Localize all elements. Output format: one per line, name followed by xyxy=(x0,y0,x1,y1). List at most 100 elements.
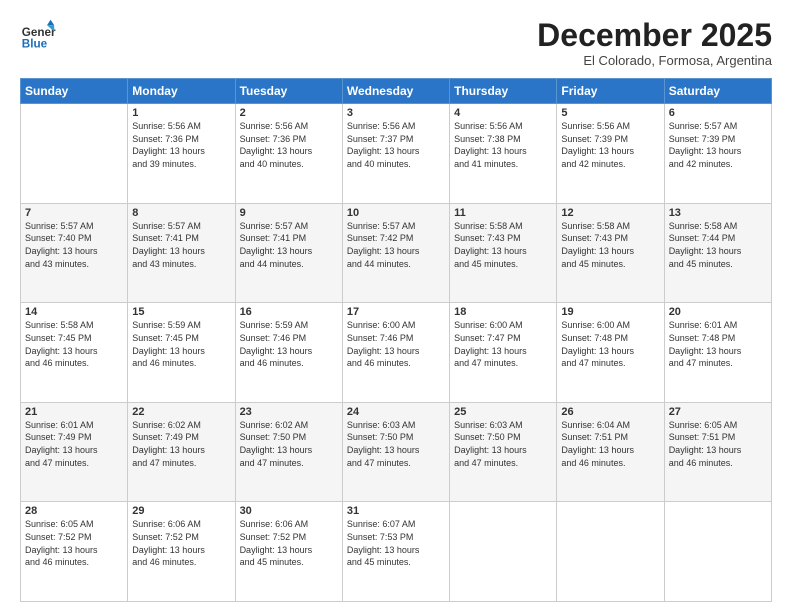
day-number: 15 xyxy=(132,306,230,318)
table-row: 28Sunrise: 6:05 AMSunset: 7:52 PMDayligh… xyxy=(21,502,128,602)
table-row: 25Sunrise: 6:03 AMSunset: 7:50 PMDayligh… xyxy=(450,402,557,502)
calendar-week-row: 1Sunrise: 5:56 AMSunset: 7:36 PMDaylight… xyxy=(21,104,772,204)
header-wednesday: Wednesday xyxy=(342,79,449,104)
logo-icon: General Blue xyxy=(20,18,56,54)
table-row: 18Sunrise: 6:00 AMSunset: 7:47 PMDayligh… xyxy=(450,303,557,403)
table-row: 2Sunrise: 5:56 AMSunset: 7:36 PMDaylight… xyxy=(235,104,342,204)
day-number: 28 xyxy=(25,505,123,517)
calendar-page: General Blue December 2025 El Colorado, … xyxy=(0,0,792,612)
day-info: Sunrise: 6:00 AMSunset: 7:48 PMDaylight:… xyxy=(561,319,659,369)
table-row: 7Sunrise: 5:57 AMSunset: 7:40 PMDaylight… xyxy=(21,203,128,303)
table-row: 8Sunrise: 5:57 AMSunset: 7:41 PMDaylight… xyxy=(128,203,235,303)
table-row: 20Sunrise: 6:01 AMSunset: 7:48 PMDayligh… xyxy=(664,303,771,403)
table-row: 10Sunrise: 5:57 AMSunset: 7:42 PMDayligh… xyxy=(342,203,449,303)
day-info: Sunrise: 6:06 AMSunset: 7:52 PMDaylight:… xyxy=(240,518,338,568)
day-info: Sunrise: 6:03 AMSunset: 7:50 PMDaylight:… xyxy=(454,419,552,469)
day-number: 24 xyxy=(347,406,445,418)
day-number: 30 xyxy=(240,505,338,517)
day-number: 18 xyxy=(454,306,552,318)
table-row: 9Sunrise: 5:57 AMSunset: 7:41 PMDaylight… xyxy=(235,203,342,303)
header-sunday: Sunday xyxy=(21,79,128,104)
calendar-week-row: 7Sunrise: 5:57 AMSunset: 7:40 PMDaylight… xyxy=(21,203,772,303)
day-info: Sunrise: 6:01 AMSunset: 7:48 PMDaylight:… xyxy=(669,319,767,369)
table-row: 30Sunrise: 6:06 AMSunset: 7:52 PMDayligh… xyxy=(235,502,342,602)
table-row: 23Sunrise: 6:02 AMSunset: 7:50 PMDayligh… xyxy=(235,402,342,502)
table-row: 26Sunrise: 6:04 AMSunset: 7:51 PMDayligh… xyxy=(557,402,664,502)
table-row: 29Sunrise: 6:06 AMSunset: 7:52 PMDayligh… xyxy=(128,502,235,602)
day-number: 5 xyxy=(561,107,659,119)
table-row: 27Sunrise: 6:05 AMSunset: 7:51 PMDayligh… xyxy=(664,402,771,502)
table-row: 4Sunrise: 5:56 AMSunset: 7:38 PMDaylight… xyxy=(450,104,557,204)
day-info: Sunrise: 6:00 AMSunset: 7:47 PMDaylight:… xyxy=(454,319,552,369)
day-info: Sunrise: 6:03 AMSunset: 7:50 PMDaylight:… xyxy=(347,419,445,469)
day-number: 6 xyxy=(669,107,767,119)
day-info: Sunrise: 5:59 AMSunset: 7:46 PMDaylight:… xyxy=(240,319,338,369)
svg-text:Blue: Blue xyxy=(22,38,48,51)
calendar-subtitle: El Colorado, Formosa, Argentina xyxy=(537,53,772,68)
day-number: 17 xyxy=(347,306,445,318)
day-info: Sunrise: 6:05 AMSunset: 7:51 PMDaylight:… xyxy=(669,419,767,469)
day-number: 19 xyxy=(561,306,659,318)
day-number: 10 xyxy=(347,207,445,219)
day-number: 11 xyxy=(454,207,552,219)
table-row xyxy=(21,104,128,204)
calendar-week-row: 21Sunrise: 6:01 AMSunset: 7:49 PMDayligh… xyxy=(21,402,772,502)
day-info: Sunrise: 5:58 AMSunset: 7:43 PMDaylight:… xyxy=(561,220,659,270)
day-info: Sunrise: 5:58 AMSunset: 7:43 PMDaylight:… xyxy=(454,220,552,270)
day-info: Sunrise: 6:04 AMSunset: 7:51 PMDaylight:… xyxy=(561,419,659,469)
day-info: Sunrise: 6:07 AMSunset: 7:53 PMDaylight:… xyxy=(347,518,445,568)
day-info: Sunrise: 5:56 AMSunset: 7:36 PMDaylight:… xyxy=(132,120,230,170)
day-info: Sunrise: 5:56 AMSunset: 7:37 PMDaylight:… xyxy=(347,120,445,170)
day-number: 8 xyxy=(132,207,230,219)
table-row: 16Sunrise: 5:59 AMSunset: 7:46 PMDayligh… xyxy=(235,303,342,403)
table-row: 21Sunrise: 6:01 AMSunset: 7:49 PMDayligh… xyxy=(21,402,128,502)
day-number: 14 xyxy=(25,306,123,318)
header: General Blue December 2025 El Colorado, … xyxy=(20,18,772,68)
table-row: 15Sunrise: 5:59 AMSunset: 7:45 PMDayligh… xyxy=(128,303,235,403)
day-number: 26 xyxy=(561,406,659,418)
calendar-week-row: 28Sunrise: 6:05 AMSunset: 7:52 PMDayligh… xyxy=(21,502,772,602)
day-info: Sunrise: 5:56 AMSunset: 7:36 PMDaylight:… xyxy=(240,120,338,170)
weekday-header-row: Sunday Monday Tuesday Wednesday Thursday… xyxy=(21,79,772,104)
day-number: 2 xyxy=(240,107,338,119)
day-number: 23 xyxy=(240,406,338,418)
calendar-week-row: 14Sunrise: 5:58 AMSunset: 7:45 PMDayligh… xyxy=(21,303,772,403)
day-info: Sunrise: 5:57 AMSunset: 7:40 PMDaylight:… xyxy=(25,220,123,270)
day-info: Sunrise: 5:56 AMSunset: 7:39 PMDaylight:… xyxy=(561,120,659,170)
day-info: Sunrise: 5:57 AMSunset: 7:41 PMDaylight:… xyxy=(132,220,230,270)
day-info: Sunrise: 5:57 AMSunset: 7:42 PMDaylight:… xyxy=(347,220,445,270)
header-saturday: Saturday xyxy=(664,79,771,104)
table-row: 14Sunrise: 5:58 AMSunset: 7:45 PMDayligh… xyxy=(21,303,128,403)
day-number: 22 xyxy=(132,406,230,418)
day-info: Sunrise: 6:01 AMSunset: 7:49 PMDaylight:… xyxy=(25,419,123,469)
day-number: 1 xyxy=(132,107,230,119)
day-info: Sunrise: 6:02 AMSunset: 7:50 PMDaylight:… xyxy=(240,419,338,469)
day-number: 31 xyxy=(347,505,445,517)
calendar-title: December 2025 xyxy=(537,18,772,53)
day-info: Sunrise: 6:02 AMSunset: 7:49 PMDaylight:… xyxy=(132,419,230,469)
header-tuesday: Tuesday xyxy=(235,79,342,104)
day-info: Sunrise: 5:58 AMSunset: 7:44 PMDaylight:… xyxy=(669,220,767,270)
table-row: 1Sunrise: 5:56 AMSunset: 7:36 PMDaylight… xyxy=(128,104,235,204)
title-block: December 2025 El Colorado, Formosa, Arge… xyxy=(537,18,772,68)
day-number: 20 xyxy=(669,306,767,318)
header-monday: Monday xyxy=(128,79,235,104)
table-row: 19Sunrise: 6:00 AMSunset: 7:48 PMDayligh… xyxy=(557,303,664,403)
day-info: Sunrise: 6:00 AMSunset: 7:46 PMDaylight:… xyxy=(347,319,445,369)
table-row: 13Sunrise: 5:58 AMSunset: 7:44 PMDayligh… xyxy=(664,203,771,303)
day-info: Sunrise: 5:57 AMSunset: 7:39 PMDaylight:… xyxy=(669,120,767,170)
table-row: 3Sunrise: 5:56 AMSunset: 7:37 PMDaylight… xyxy=(342,104,449,204)
day-info: Sunrise: 5:56 AMSunset: 7:38 PMDaylight:… xyxy=(454,120,552,170)
table-row: 12Sunrise: 5:58 AMSunset: 7:43 PMDayligh… xyxy=(557,203,664,303)
table-row: 17Sunrise: 6:00 AMSunset: 7:46 PMDayligh… xyxy=(342,303,449,403)
table-row: 6Sunrise: 5:57 AMSunset: 7:39 PMDaylight… xyxy=(664,104,771,204)
table-row xyxy=(450,502,557,602)
day-number: 4 xyxy=(454,107,552,119)
table-row xyxy=(664,502,771,602)
day-info: Sunrise: 6:05 AMSunset: 7:52 PMDaylight:… xyxy=(25,518,123,568)
day-number: 29 xyxy=(132,505,230,517)
day-info: Sunrise: 5:59 AMSunset: 7:45 PMDaylight:… xyxy=(132,319,230,369)
table-row: 31Sunrise: 6:07 AMSunset: 7:53 PMDayligh… xyxy=(342,502,449,602)
day-number: 13 xyxy=(669,207,767,219)
day-info: Sunrise: 5:58 AMSunset: 7:45 PMDaylight:… xyxy=(25,319,123,369)
